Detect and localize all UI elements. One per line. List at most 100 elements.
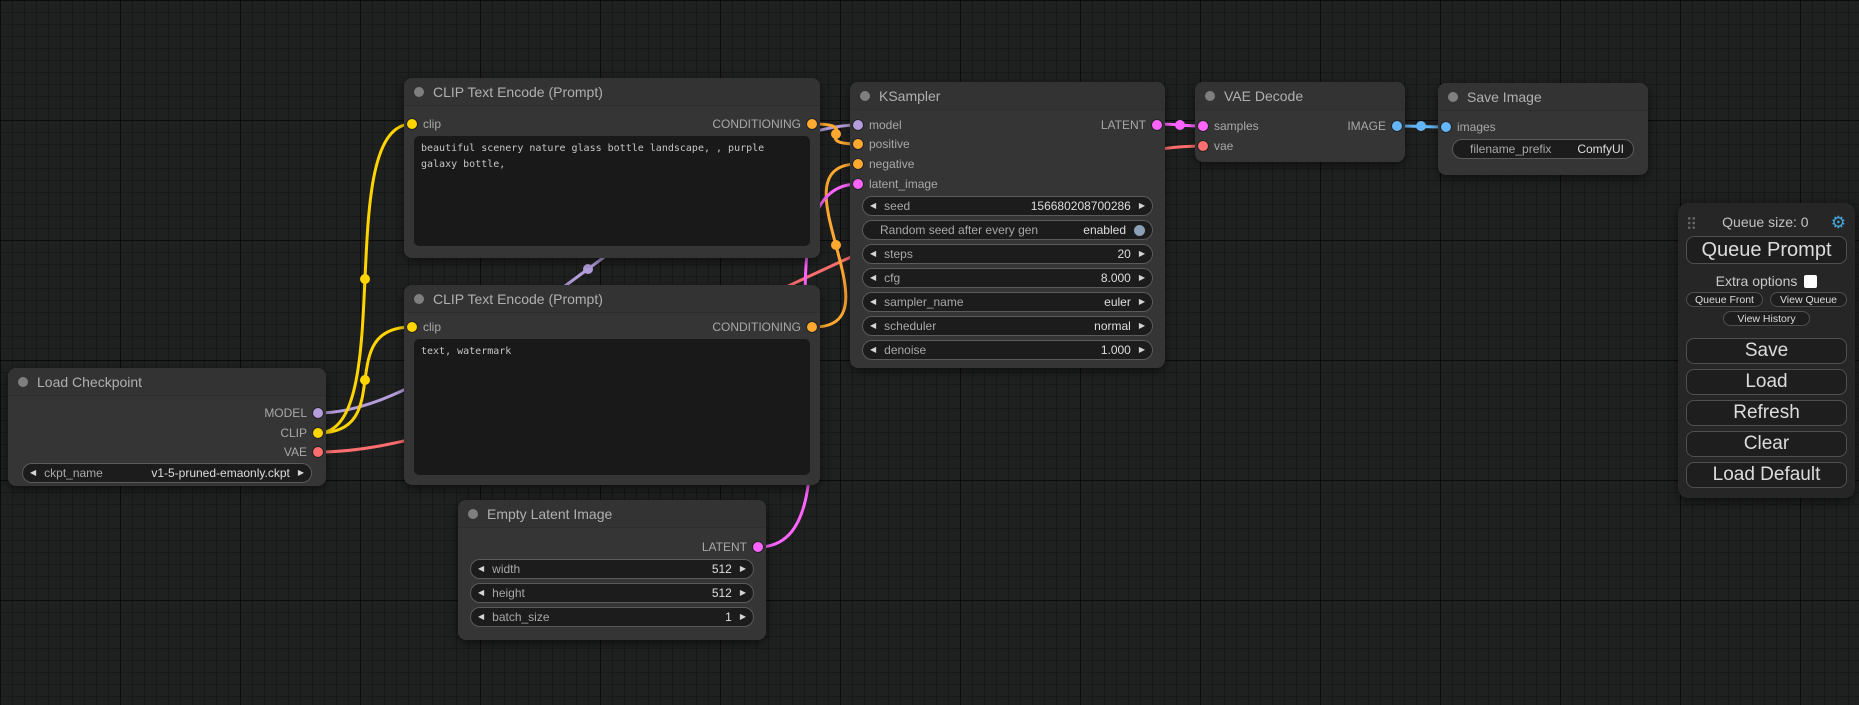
latent-slot-dot[interactable] xyxy=(853,179,863,189)
input-slot-clip[interactable]: clip xyxy=(407,317,441,337)
output-slot-model[interactable]: MODEL xyxy=(264,403,323,423)
image-slot-dot[interactable] xyxy=(1441,122,1451,132)
input-slot-latent-image[interactable]: latent_image xyxy=(853,174,938,194)
width-widget[interactable]: ◀ width 512 ▶ xyxy=(470,559,754,579)
conditioning-slot-dot[interactable] xyxy=(807,322,817,332)
next-arrow-icon[interactable]: ▶ xyxy=(1139,202,1145,210)
input-slot-images[interactable]: images xyxy=(1441,117,1496,137)
settings-gear-icon[interactable]: ⚙ xyxy=(1831,214,1846,231)
drag-handle-icon[interactable] xyxy=(1687,215,1696,229)
vae-slot-dot[interactable] xyxy=(313,447,323,457)
prev-arrow-icon[interactable]: ◀ xyxy=(478,589,484,597)
next-arrow-icon[interactable]: ▶ xyxy=(298,469,304,477)
collapse-dot-icon[interactable] xyxy=(860,91,870,101)
output-slot-conditioning[interactable]: CONDITIONING xyxy=(712,317,817,337)
prev-arrow-icon[interactable]: ◀ xyxy=(870,250,876,258)
prev-arrow-icon[interactable]: ◀ xyxy=(478,613,484,621)
slot-label: positive xyxy=(869,137,910,151)
next-arrow-icon[interactable]: ▶ xyxy=(1139,274,1145,282)
model-slot-dot[interactable] xyxy=(853,120,863,130)
batch-size-widget[interactable]: ◀ batch_size 1 ▶ xyxy=(470,607,754,627)
queue-prompt-button[interactable]: Queue Prompt xyxy=(1686,236,1847,264)
node-canvas[interactable]: Load Checkpoint MODEL CLIP VAE ◀ ckpt_na… xyxy=(0,0,1859,705)
output-slot-latent[interactable]: LATENT xyxy=(702,537,763,557)
load-default-button[interactable]: Load Default xyxy=(1686,462,1847,488)
next-arrow-icon[interactable]: ▶ xyxy=(1139,298,1145,306)
node-ksampler[interactable]: KSampler model LATENT positive negative … xyxy=(850,82,1165,368)
next-arrow-icon[interactable]: ▶ xyxy=(1139,322,1145,330)
view-queue-button[interactable]: View Queue xyxy=(1770,292,1847,307)
collapse-dot-icon[interactable] xyxy=(468,509,478,519)
steps-widget[interactable]: ◀ steps 20 ▶ xyxy=(862,244,1153,264)
denoise-widget[interactable]: ◀ denoise 1.000 ▶ xyxy=(862,340,1153,360)
filename-prefix-widget[interactable]: filename_prefix ComfyUI xyxy=(1452,139,1634,159)
prev-arrow-icon[interactable]: ◀ xyxy=(870,322,876,330)
collapse-dot-icon[interactable] xyxy=(1448,92,1458,102)
conditioning-slot-dot[interactable] xyxy=(807,119,817,129)
input-slot-samples[interactable]: samples xyxy=(1198,116,1259,136)
latent-slot-dot[interactable] xyxy=(753,542,763,552)
output-slot-latent[interactable]: LATENT xyxy=(1101,115,1162,135)
image-slot-dot[interactable] xyxy=(1392,121,1402,131)
node-empty-latent-image[interactable]: Empty Latent Image LATENT ◀ width 512 ▶ … xyxy=(458,500,766,640)
random-seed-toggle-widget[interactable]: Random seed after every gen enabled xyxy=(862,220,1153,240)
next-arrow-icon[interactable]: ▶ xyxy=(740,613,746,621)
next-arrow-icon[interactable]: ▶ xyxy=(740,565,746,573)
collapse-dot-icon[interactable] xyxy=(414,87,424,97)
node-clip-encode-positive[interactable]: CLIP Text Encode (Prompt) clip CONDITION… xyxy=(404,78,820,258)
clip-slot-dot[interactable] xyxy=(407,119,417,129)
ckpt-name-widget[interactable]: ◀ ckpt_name v1-5-pruned-emaonly.ckpt ▶ xyxy=(22,463,312,483)
cfg-widget[interactable]: ◀ cfg 8.000 ▶ xyxy=(862,268,1153,288)
node-clip-encode-negative[interactable]: CLIP Text Encode (Prompt) clip CONDITION… xyxy=(404,285,820,485)
node-save-image[interactable]: Save Image images filename_prefix ComfyU… xyxy=(1438,83,1648,175)
clip-slot-dot[interactable] xyxy=(407,322,417,332)
seed-widget[interactable]: ◀ seed 156680208700286 ▶ xyxy=(862,196,1153,216)
node-load-checkpoint[interactable]: Load Checkpoint MODEL CLIP VAE ◀ ckpt_na… xyxy=(8,368,326,486)
refresh-button[interactable]: Refresh xyxy=(1686,400,1847,426)
output-slot-vae[interactable]: VAE xyxy=(284,442,323,462)
node-title: CLIP Text Encode (Prompt) xyxy=(433,84,603,100)
view-history-button[interactable]: View History xyxy=(1723,311,1810,326)
height-widget[interactable]: ◀ height 512 ▶ xyxy=(470,583,754,603)
collapse-dot-icon[interactable] xyxy=(414,294,424,304)
sampler-name-widget[interactable]: ◀ sampler_name euler ▶ xyxy=(862,292,1153,312)
load-button[interactable]: Load xyxy=(1686,369,1847,395)
widget-value: enabled xyxy=(1083,223,1126,237)
output-slot-clip[interactable]: CLIP xyxy=(280,423,323,443)
clip-slot-dot[interactable] xyxy=(313,428,323,438)
prev-arrow-icon[interactable]: ◀ xyxy=(478,565,484,573)
output-slot-image[interactable]: IMAGE xyxy=(1347,116,1402,136)
prev-arrow-icon[interactable]: ◀ xyxy=(870,202,876,210)
latent-slot-dot[interactable] xyxy=(1198,121,1208,131)
output-slot-conditioning[interactable]: CONDITIONING xyxy=(712,114,817,134)
conditioning-slot-dot[interactable] xyxy=(853,139,863,149)
collapse-dot-icon[interactable] xyxy=(1205,91,1215,101)
scheduler-widget[interactable]: ◀ scheduler normal ▶ xyxy=(862,316,1153,336)
input-slot-vae[interactable]: vae xyxy=(1198,136,1233,156)
prev-arrow-icon[interactable]: ◀ xyxy=(870,298,876,306)
prompt-textarea[interactable]: beautiful scenery nature glass bottle la… xyxy=(414,136,810,246)
input-slot-negative[interactable]: negative xyxy=(853,154,914,174)
save-button[interactable]: Save xyxy=(1686,338,1847,364)
prev-arrow-icon[interactable]: ◀ xyxy=(870,346,876,354)
latent-slot-dot[interactable] xyxy=(1152,120,1162,130)
input-slot-positive[interactable]: positive xyxy=(853,134,910,154)
model-slot-dot[interactable] xyxy=(313,408,323,418)
prev-arrow-icon[interactable]: ◀ xyxy=(870,274,876,282)
input-slot-clip[interactable]: clip xyxy=(407,114,441,134)
queue-front-button[interactable]: Queue Front xyxy=(1686,292,1763,307)
vae-slot-dot[interactable] xyxy=(1198,141,1208,151)
next-arrow-icon[interactable]: ▶ xyxy=(1139,346,1145,354)
next-arrow-icon[interactable]: ▶ xyxy=(740,589,746,597)
input-slot-model[interactable]: model xyxy=(853,115,902,135)
next-arrow-icon[interactable]: ▶ xyxy=(1139,250,1145,258)
collapse-dot-icon[interactable] xyxy=(18,377,28,387)
clear-button[interactable]: Clear xyxy=(1686,431,1847,457)
toggle-dot-icon[interactable] xyxy=(1134,225,1145,236)
widget-label: filename_prefix xyxy=(1470,142,1551,156)
prompt-textarea[interactable]: text, watermark xyxy=(414,339,810,475)
prev-arrow-icon[interactable]: ◀ xyxy=(30,469,36,477)
node-vae-decode[interactable]: VAE Decode samples IMAGE vae xyxy=(1195,82,1405,162)
extra-options-checkbox[interactable] xyxy=(1804,275,1817,288)
conditioning-slot-dot[interactable] xyxy=(853,159,863,169)
